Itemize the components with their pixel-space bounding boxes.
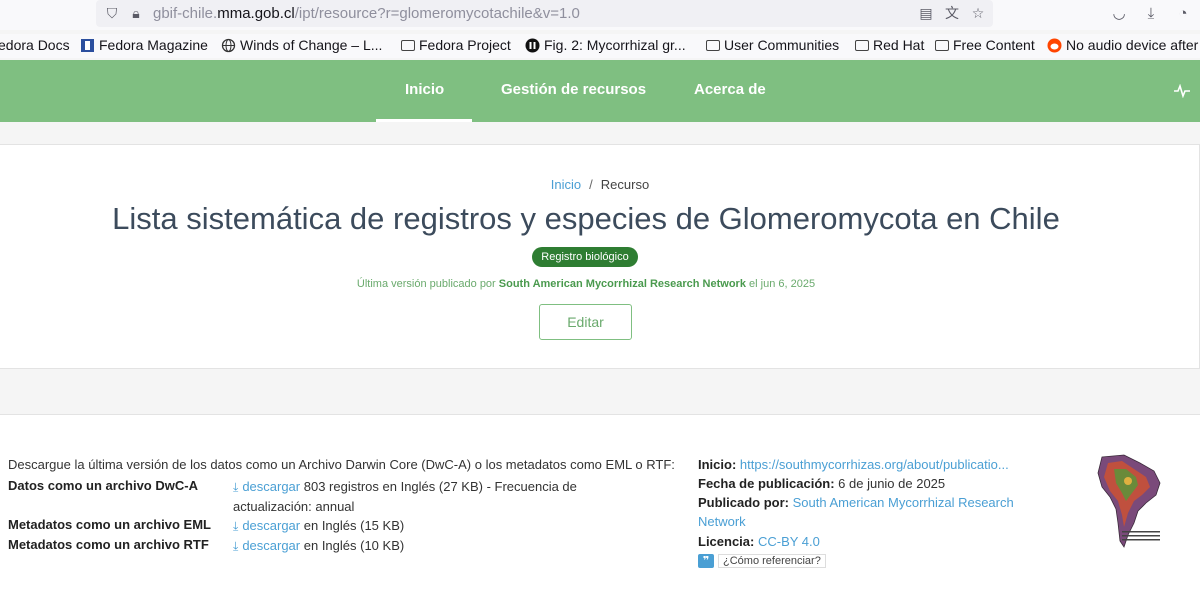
bookmarks-bar: edora Docs Fedora Magazine Winds of Chan… <box>0 34 1200 58</box>
publication-info: Última versión publicado por South Ameri… <box>356 278 816 290</box>
meta-publicado: Publicado por: South American Mycorrhiza… <box>698 495 1014 529</box>
rtf-download-link[interactable]: descargar <box>242 538 300 553</box>
account-icon[interactable]: ◔ <box>1174 5 1192 23</box>
folder-icon <box>706 39 720 51</box>
page-title: Lista sistemática de registros y especie… <box>112 201 1060 236</box>
download-icon: ⤓ <box>233 480 239 494</box>
download-icon: ⤓ <box>233 539 239 553</box>
meta-fecha: Fecha de publicación: 6 de junio de 2025 <box>698 476 946 491</box>
dwca-value: ⤓ descargar 803 registros en Inglés (27 K… <box>233 479 577 514</box>
url-text[interactable]: gbif-chile.mma.gob.cl/ipt/resource?r=glo… <box>153 5 580 22</box>
bookmark-no-audio[interactable]: No audio device after <box>1047 37 1198 53</box>
cite-row: ❞ ¿Cómo referenciar? <box>698 553 826 569</box>
pocket-icon[interactable]: ◡ <box>1110 5 1128 23</box>
fedora-magazine-icon <box>81 38 94 52</box>
eml-download-link[interactable]: descargar <box>242 518 300 533</box>
organization-logo <box>1097 454 1161 548</box>
folder-icon <box>935 39 949 51</box>
download-icon[interactable]: ⤓ <box>1142 5 1160 23</box>
bookmark-fig-mycorrhizal[interactable]: Fig. 2: Mycorrhizal gr... <box>525 37 686 53</box>
nav-active-indicator <box>376 119 472 122</box>
publisher-link-cont[interactable]: Network <box>698 514 746 529</box>
translate-icon[interactable]: 文 <box>944 5 960 21</box>
nav-gestion-recursos[interactable]: Gestión de recursos <box>501 81 646 98</box>
bookmark-red-hat[interactable]: Red Hat <box>855 37 924 53</box>
homepage-link[interactable]: https://southmycorrhizas.org/about/publi… <box>740 457 1009 472</box>
pulse-icon[interactable] <box>1174 84 1190 98</box>
bookmark-free-content[interactable]: Free Content <box>935 37 1035 53</box>
globe-icon <box>221 38 236 52</box>
eml-value: ⤓ descargar en Inglés (15 KB) <box>233 516 404 536</box>
resource-content-card: Descargue la última versión de los datos… <box>0 414 1200 591</box>
bookmark-fedora-docs[interactable]: edora Docs <box>0 37 70 53</box>
folder-icon <box>401 39 415 51</box>
license-link[interactable]: CC-BY 4.0 <box>758 534 820 549</box>
dwca-download-link[interactable]: descargar <box>242 479 300 494</box>
dwca-label: Datos como un archivo DwC-A <box>8 478 198 493</box>
meta-licencia: Licencia: CC-BY 4.0 <box>698 534 820 549</box>
bookmark-winds-of-change[interactable]: Winds of Change – L... <box>221 37 382 53</box>
nav-acerca-de[interactable]: Acerca de <box>694 81 766 98</box>
resource-type-badge: Registro biológico <box>532 247 638 267</box>
download-icon: ⤓ <box>233 519 239 533</box>
reddit-icon <box>1047 38 1062 52</box>
url-field[interactable]: ⛉ 🔒︎ gbif-chile.mma.gob.cl/ipt/resource?… <box>96 0 993 27</box>
folder-icon <box>855 39 869 51</box>
quote-icon: ❞ <box>698 554 714 568</box>
nav-inicio[interactable]: Inicio <box>405 81 444 98</box>
breadcrumb: Inicio / Recurso <box>0 177 1200 192</box>
bookmark-fedora-magazine[interactable]: Fedora Magazine <box>80 37 208 53</box>
meta-inicio: Inicio: https://southmycorrhizas.org/abo… <box>698 457 1009 472</box>
publisher-link[interactable]: South American Mycorrhizal Research <box>793 495 1014 510</box>
reader-view-icon[interactable]: ▤ <box>918 5 934 21</box>
breadcrumb-separator: / <box>589 177 593 192</box>
site-nav: Inicio Gestión de recursos Acerca de <box>0 60 1200 122</box>
browser-toolbar: ⛉ 🔒︎ gbif-chile.mma.gob.cl/ipt/resource?… <box>0 0 1200 30</box>
rtf-label: Metadatos como un archivo RTF <box>8 537 209 552</box>
edit-button[interactable]: Editar <box>539 304 632 340</box>
breadcrumb-home[interactable]: Inicio <box>551 177 581 192</box>
bookmark-fedora-project[interactable]: Fedora Project <box>401 37 511 53</box>
lock-icon[interactable]: 🔒︎ <box>128 5 144 21</box>
rtf-value: ⤓ descargar en Inglés (10 KB) <box>233 536 404 556</box>
tracking-protection-icon[interactable]: ⛉ <box>104 5 120 21</box>
bookmark-user-communities[interactable]: User Communities <box>706 37 839 53</box>
resource-header-card: Inicio / Recurso Lista sistemática de regi… <box>0 144 1200 369</box>
nature-icon <box>525 38 540 52</box>
publisher-name: South American Mycorrhizal Research Netw… <box>498 278 746 290</box>
cite-button[interactable]: ¿Cómo referenciar? <box>718 554 826 568</box>
eml-label: Metadatos como un archivo EML <box>8 517 211 532</box>
breadcrumb-current: Recurso <box>600 177 650 192</box>
bookmark-star-icon[interactable]: ☆ <box>970 5 986 21</box>
download-intro: Descargue la última versión de los datos… <box>8 457 675 472</box>
